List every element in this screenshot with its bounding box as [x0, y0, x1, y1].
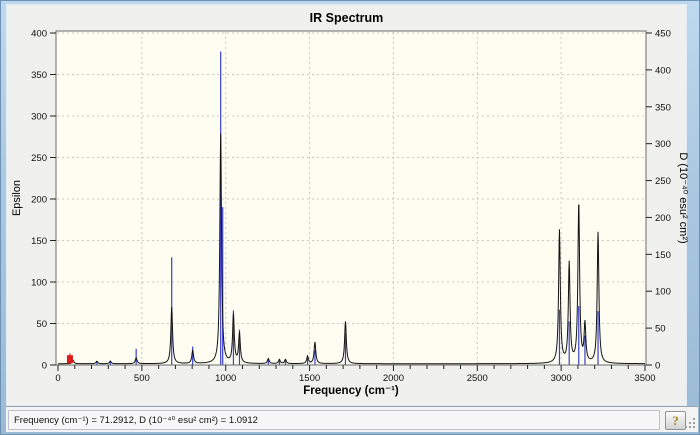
svg-text:50: 50 — [36, 319, 47, 330]
svg-text:350: 350 — [31, 70, 47, 81]
svg-text:350: 350 — [655, 102, 671, 113]
x-axis: 0 500 1000 1500 2000 2500 3000 3500 Frequency (c… — [55, 365, 656, 397]
status-bar: Frequency (cm⁻¹) = 71.2912, D (10⁻⁴⁰ esu… — [6, 406, 698, 432]
svg-text:3000: 3000 — [551, 373, 572, 384]
svg-text:3500: 3500 — [634, 373, 655, 384]
chart-title: IR Spectrum — [309, 11, 384, 25]
cursor-readout: Frequency (cm⁻¹) = 71.2912, D (10⁻⁴⁰ esu… — [8, 410, 660, 430]
left-axis: 0 50 100 150 200 250 300 350 400 Epsilon — [11, 29, 56, 372]
svg-text:100: 100 — [31, 278, 47, 289]
svg-text:100: 100 — [655, 287, 671, 298]
svg-text:0: 0 — [42, 361, 47, 372]
svg-text:300: 300 — [31, 112, 47, 123]
svg-text:2500: 2500 — [467, 373, 488, 384]
svg-text:50: 50 — [655, 324, 666, 335]
help-button[interactable]: ? — [665, 411, 686, 430]
svg-text:0: 0 — [655, 361, 660, 372]
svg-text:2000: 2000 — [383, 373, 404, 384]
svg-text:300: 300 — [655, 139, 671, 150]
svg-text:500: 500 — [134, 373, 150, 384]
svg-text:1000: 1000 — [215, 373, 236, 384]
right-axis: 0 50 100 150 200 250 300 350 400 450 D (10⁻⁴⁰ esu²… — [646, 29, 688, 372]
right-axis-title: D (10⁻⁴⁰ esu² cm²) — [677, 152, 688, 243]
x-axis-title: Frequency (cm⁻¹) — [303, 385, 399, 397]
svg-text:400: 400 — [655, 65, 671, 76]
svg-text:150: 150 — [655, 250, 671, 261]
svg-text:150: 150 — [31, 236, 47, 247]
svg-text:400: 400 — [31, 29, 47, 40]
chart-panel: IR Spectrum 0 500 1000 1500 2000 2500 3000 3500… — [6, 4, 688, 406]
svg-text:250: 250 — [31, 153, 47, 164]
question-icon: ? — [672, 413, 679, 428]
svg-text:200: 200 — [31, 195, 47, 206]
svg-text:450: 450 — [655, 29, 671, 40]
ir-spectrum-chart[interactable]: 0 500 1000 1500 2000 2500 3000 3500Frequency (c… — [7, 29, 688, 406]
svg-text:1500: 1500 — [299, 373, 320, 384]
ir-spectrum-window: IR Spectrum 0 500 1000 1500 2000 2500 3000 3500… — [0, 0, 700, 435]
left-axis-title: Epsilon — [11, 180, 23, 216]
svg-text:250: 250 — [655, 176, 671, 187]
resize-grip-icon[interactable] — [684, 417, 697, 430]
svg-text:0: 0 — [55, 373, 60, 384]
svg-text:200: 200 — [655, 213, 671, 224]
